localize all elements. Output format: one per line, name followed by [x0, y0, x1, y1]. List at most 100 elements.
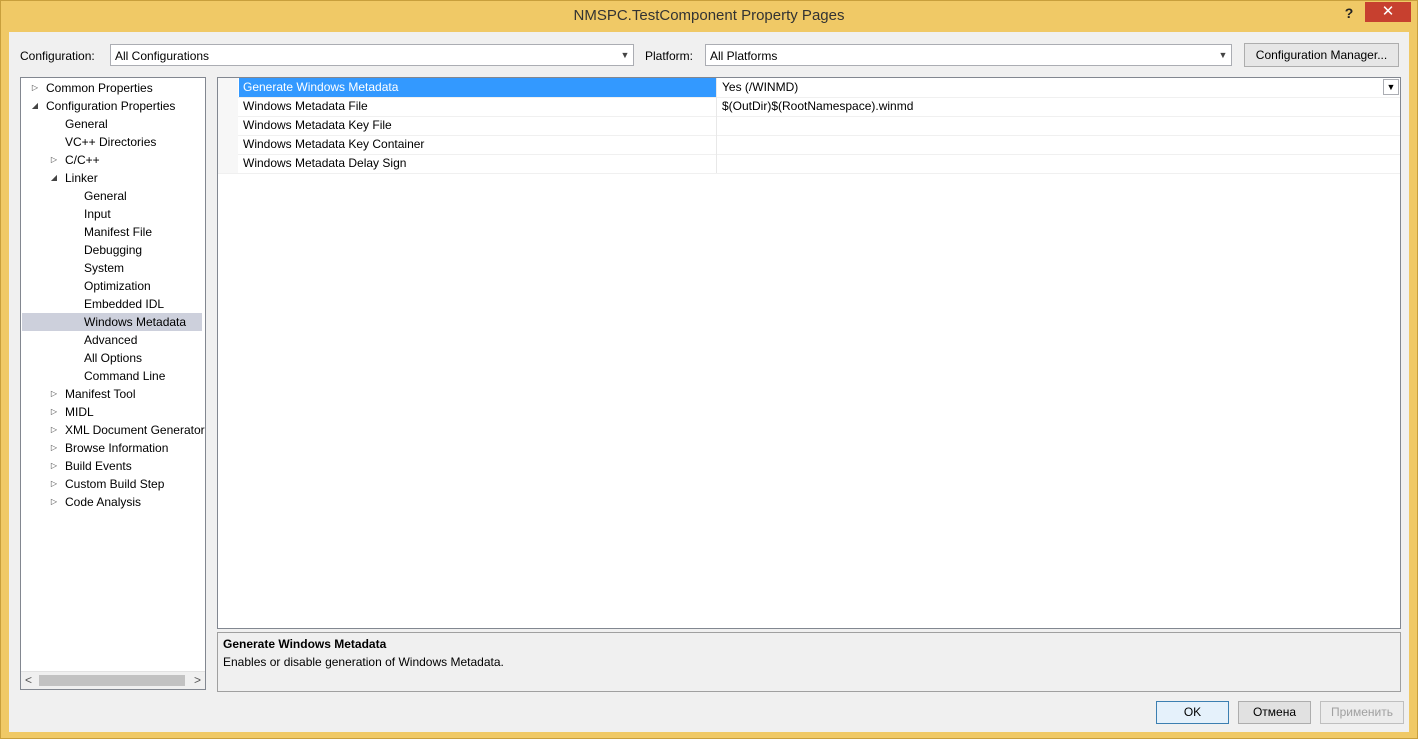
tree-item[interactable]: ▷ Custom Build Step — [22, 475, 202, 493]
expand-icon[interactable]: ▷ — [49, 403, 59, 421]
tree-item[interactable]: ◢ Configuration Properties — [22, 97, 202, 115]
tree-item-label: System — [84, 261, 125, 275]
property-row[interactable]: Windows Metadata File $(OutDir)$(RootName… — [218, 97, 1400, 117]
tree-item-label: Embedded IDL — [84, 297, 165, 311]
configuration-combo[interactable]: All Configurations ▼ — [110, 44, 634, 66]
tree-item[interactable]: VC++ Directories — [22, 133, 202, 151]
tree-item-label: Debugging — [84, 243, 143, 257]
property-name[interactable]: Generate Windows Metadata — [239, 78, 717, 97]
tree-item-label: Manifest Tool — [65, 387, 136, 401]
expand-icon[interactable]: ▷ — [49, 475, 59, 493]
tree-item[interactable]: Manifest File — [22, 223, 202, 241]
tree-item[interactable]: ◢ Linker — [22, 169, 202, 187]
tree-item[interactable]: ▷ C/C++ — [22, 151, 202, 169]
tree-item-label: Input — [84, 207, 111, 221]
tree-item-label: Browse Information — [65, 441, 169, 455]
row-gutter — [218, 116, 238, 135]
expand-icon[interactable]: ▷ — [30, 79, 40, 97]
platform-value: All Platforms — [710, 49, 778, 63]
tree-item[interactable]: ▷ Browse Information — [22, 439, 202, 457]
tree-item-label: Manifest File — [84, 225, 153, 239]
chevron-down-icon[interactable]: ▼ — [1215, 45, 1231, 65]
configuration-value: All Configurations — [115, 49, 210, 63]
property-name[interactable]: Windows Metadata Key File — [239, 116, 717, 135]
title-bar[interactable]: NMSPC.TestComponent Property Pages ? ✕ — [1, 1, 1417, 32]
tree-item-label: VC++ Directories — [65, 135, 157, 149]
property-grid[interactable]: Generate Windows Metadata Yes (/WINMD) ▼ Wi… — [217, 77, 1401, 629]
tree-item[interactable]: Debugging — [22, 241, 202, 259]
property-value[interactable]: Yes (/WINMD) — [718, 78, 1398, 97]
expand-icon[interactable]: ▷ — [49, 421, 59, 439]
tree-item-label: XML Document Generator — [65, 423, 205, 437]
property-row[interactable]: Generate Windows Metadata Yes (/WINMD) ▼ — [218, 78, 1400, 98]
property-pages-window: NMSPC.TestComponent Property Pages ? ✕ C… — [0, 0, 1418, 739]
property-tree[interactable]: ▷ Common Properties ◢ Configuration Propert… — [20, 77, 206, 690]
row-gutter — [218, 135, 238, 154]
tree-item[interactable]: ▷ Code Analysis — [22, 493, 202, 511]
scroll-thumb[interactable] — [39, 675, 185, 686]
tree-item-label: Command Line — [84, 369, 166, 383]
expand-icon[interactable]: ▷ — [49, 457, 59, 475]
property-name[interactable]: Windows Metadata Delay Sign — [239, 154, 717, 173]
close-button[interactable]: ✕ — [1365, 2, 1411, 22]
tree-item[interactable]: ▷ Common Properties — [22, 79, 202, 97]
tree-item[interactable]: ▷ Manifest Tool — [22, 385, 202, 403]
ok-button[interactable]: OK — [1156, 701, 1229, 724]
row-gutter — [218, 97, 238, 116]
apply-button[interactable]: Применить — [1320, 701, 1404, 724]
row-gutter — [218, 154, 238, 173]
property-row[interactable]: Windows Metadata Key Container — [218, 135, 1400, 155]
expand-icon[interactable]: ▷ — [49, 151, 59, 169]
tree-item-label: General — [65, 117, 108, 131]
tree-item[interactable]: ▷ MIDL — [22, 403, 202, 421]
expand-icon[interactable]: ▷ — [49, 493, 59, 511]
window-title: NMSPC.TestComponent Property Pages — [573, 7, 845, 24]
description-panel: Generate Windows Metadata Enables or dis… — [217, 632, 1401, 692]
tree-item[interactable]: ▷ XML Document Generator — [22, 421, 205, 439]
property-name[interactable]: Windows Metadata File — [239, 97, 717, 116]
scroll-left-icon[interactable]: < — [25, 673, 32, 687]
cancel-button[interactable]: Отмена — [1238, 701, 1311, 724]
tree-item[interactable]: System — [22, 259, 202, 277]
description-text: Enables or disable generation of Windows… — [223, 655, 504, 669]
configuration-label: Configuration: — [20, 49, 95, 63]
tree-item[interactable]: Input — [22, 205, 202, 223]
tree-item[interactable]: Embedded IDL — [22, 295, 202, 313]
tree-item[interactable]: Command Line — [22, 367, 202, 385]
tree-item-label: General — [84, 189, 127, 203]
configuration-bar: Configuration: All Configurations ▼ Plat… — [9, 32, 1409, 76]
tree-item-label: Linker — [65, 171, 98, 185]
tree-item-label: Optimization — [84, 279, 151, 293]
chevron-down-icon[interactable]: ▼ — [1383, 79, 1399, 95]
collapse-icon[interactable]: ◢ — [30, 97, 40, 115]
expand-icon[interactable]: ▷ — [49, 439, 59, 457]
tree-item[interactable]: ▷ Build Events — [22, 457, 202, 475]
configuration-manager-button[interactable]: Configuration Manager... — [1244, 43, 1399, 67]
platform-combo[interactable]: All Platforms ▼ — [705, 44, 1232, 66]
collapse-icon[interactable]: ◢ — [49, 169, 59, 187]
property-value[interactable] — [718, 154, 1398, 173]
property-row[interactable]: Windows Metadata Delay Sign — [218, 154, 1400, 174]
property-name[interactable]: Windows Metadata Key Container — [239, 135, 717, 154]
chevron-down-icon[interactable]: ▼ — [617, 45, 633, 65]
scroll-right-icon[interactable]: > — [194, 673, 201, 687]
tree-item-label: Common Properties — [46, 81, 153, 95]
description-title: Generate Windows Metadata — [223, 637, 387, 651]
tree-item-label: MIDL — [65, 405, 94, 419]
expand-icon[interactable]: ▷ — [49, 385, 59, 403]
tree-item[interactable]: Optimization — [22, 277, 202, 295]
property-value[interactable] — [718, 135, 1398, 154]
tree-item[interactable]: All Options — [22, 349, 202, 367]
tree-item[interactable]: Windows Metadata — [22, 313, 202, 331]
property-row[interactable]: Windows Metadata Key File — [218, 116, 1400, 136]
tree-horizontal-scrollbar[interactable]: < > — [21, 671, 205, 689]
tree-item[interactable]: Advanced — [22, 331, 202, 349]
property-value[interactable] — [718, 116, 1398, 135]
tree-item[interactable]: General — [22, 187, 202, 205]
help-button[interactable]: ? — [1336, 3, 1362, 23]
tree-item[interactable]: General — [22, 115, 202, 133]
tree-item-label: All Options — [84, 351, 143, 365]
tree-item-label: Advanced — [84, 333, 138, 347]
row-gutter — [218, 78, 238, 97]
property-value[interactable]: $(OutDir)$(RootNamespace).winmd — [718, 97, 1398, 116]
